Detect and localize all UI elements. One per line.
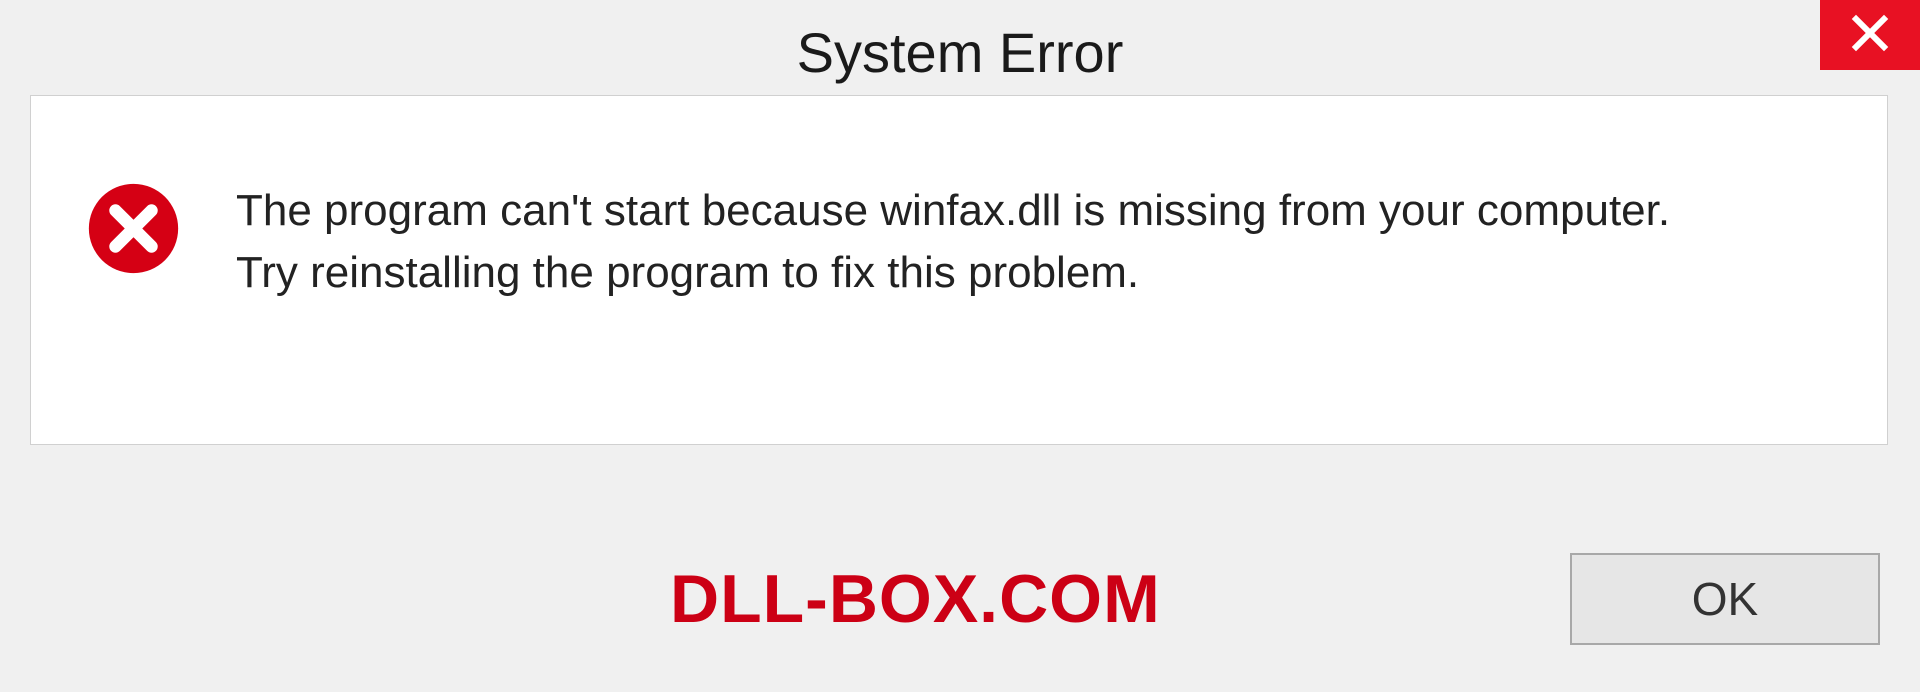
close-button[interactable] [1820,0,1920,70]
message-line-2: Try reinstalling the program to fix this… [236,248,1139,297]
ok-button-label: OK [1692,572,1758,626]
dialog-footer: DLL-BOX.COM OK [30,534,1890,664]
message-line-1: The program can't start because winfax.d… [236,186,1670,235]
titlebar: System Error [0,0,1920,95]
ok-button[interactable]: OK [1570,553,1880,645]
error-icon [86,181,181,276]
dialog-message: The program can't start because winfax.d… [236,176,1670,305]
dialog-content: The program can't start because winfax.d… [30,95,1888,445]
close-icon [1850,13,1890,58]
watermark-text: DLL-BOX.COM [670,560,1161,638]
dialog-title: System Error [797,20,1124,85]
